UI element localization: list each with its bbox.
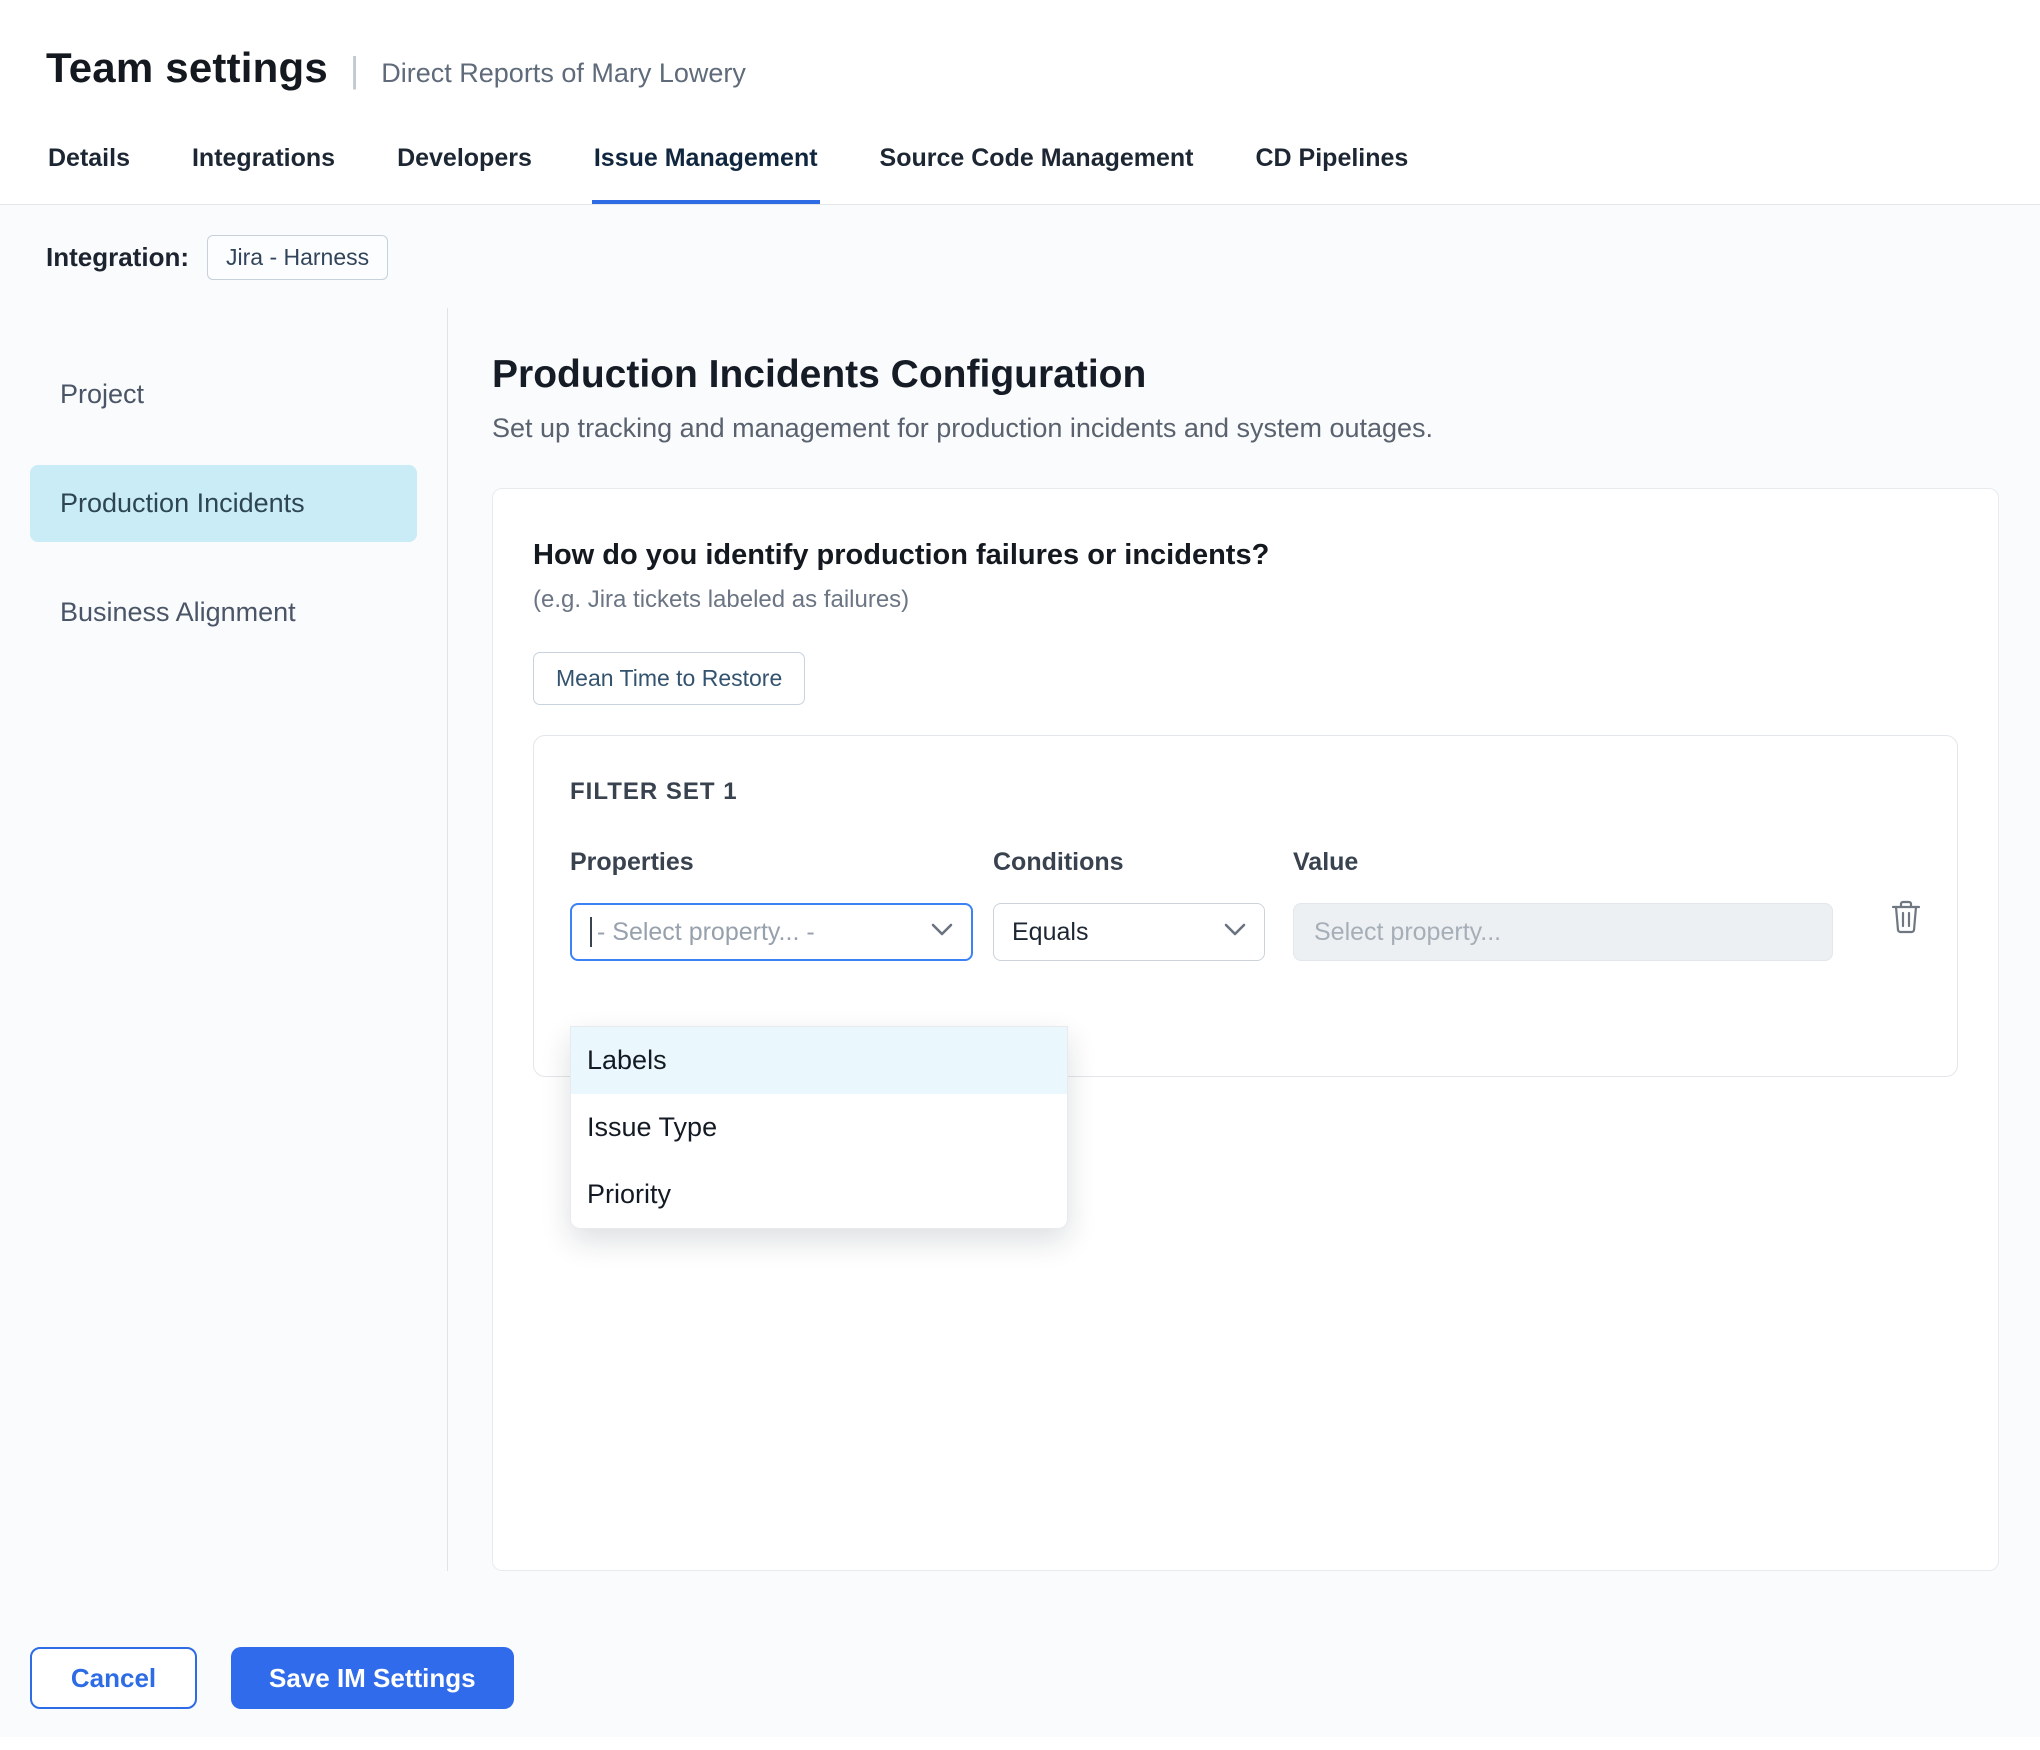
identify-question: How do you identify production failures … xyxy=(533,539,1958,572)
integration-row: Integration: Jira - Harness xyxy=(0,205,2040,308)
filter-row: Properties - Select property... - Labels… xyxy=(570,848,1921,961)
incidents-config-card: How do you identify production failures … xyxy=(492,488,1999,1571)
conditions-column: Conditions Equals xyxy=(993,848,1265,961)
sidebar-item-business-alignment[interactable]: Business Alignment xyxy=(30,574,417,651)
footer-actions: Cancel Save IM Settings xyxy=(0,1571,2040,1737)
dropdown-option-priority[interactable]: Priority xyxy=(571,1161,1067,1228)
property-dropdown: Labels Issue Type Priority xyxy=(570,1026,1068,1229)
dropdown-option-labels[interactable]: Labels xyxy=(571,1027,1067,1094)
value-column-label: Value xyxy=(1293,848,1833,877)
tab-developers[interactable]: Developers xyxy=(395,118,534,204)
tab-bar: Details Integrations Developers Issue Ma… xyxy=(0,118,2040,205)
section-title: Production Incidents Configuration xyxy=(492,353,1999,397)
text-caret xyxy=(590,917,592,947)
page-subtitle: Direct Reports of Mary Lowery xyxy=(381,58,746,89)
content-area: Project Production Incidents Business Al… xyxy=(0,308,2040,1571)
chevron-down-icon xyxy=(1224,923,1246,942)
chevron-down-icon xyxy=(931,923,953,942)
tab-source-code-management[interactable]: Source Code Management xyxy=(878,118,1196,204)
page-header: Team settings | Direct Reports of Mary L… xyxy=(0,0,2040,118)
trash-icon xyxy=(1891,922,1921,937)
main-panel: Production Incidents Configuration Set u… xyxy=(448,308,2040,1571)
condition-select[interactable]: Equals xyxy=(993,903,1265,961)
filter-set-box: FILTER SET 1 Properties - Select propert… xyxy=(533,735,1958,1077)
property-select[interactable]: - Select property... - xyxy=(570,903,973,961)
section-subtitle: Set up tracking and management for produ… xyxy=(492,413,1999,444)
save-im-settings-button[interactable]: Save IM Settings xyxy=(231,1647,514,1709)
sidebar-item-project[interactable]: Project xyxy=(30,356,417,433)
value-input[interactable] xyxy=(1293,903,1833,961)
properties-column: Properties - Select property... - Labels… xyxy=(570,848,973,961)
title-separator: | xyxy=(350,49,359,91)
delete-filter-button[interactable] xyxy=(1891,900,1921,937)
page-title: Team settings xyxy=(46,44,328,92)
tab-integrations[interactable]: Integrations xyxy=(190,118,337,204)
identify-hint: (e.g. Jira tickets labeled as failures) xyxy=(533,586,1958,614)
tab-details[interactable]: Details xyxy=(46,118,132,204)
properties-column-label: Properties xyxy=(570,848,973,877)
cancel-button[interactable]: Cancel xyxy=(30,1647,197,1709)
dropdown-option-issue-type[interactable]: Issue Type xyxy=(571,1094,1067,1161)
sidebar-item-production-incidents[interactable]: Production Incidents xyxy=(30,465,417,542)
integration-chip[interactable]: Jira - Harness xyxy=(207,235,388,280)
settings-sidebar: Project Production Incidents Business Al… xyxy=(0,308,448,1571)
conditions-column-label: Conditions xyxy=(993,848,1265,877)
integration-label: Integration: xyxy=(46,242,189,273)
property-select-placeholder: - Select property... - xyxy=(597,918,921,947)
value-column: Value xyxy=(1293,848,1833,961)
condition-select-value: Equals xyxy=(1012,918,1214,947)
tab-issue-management[interactable]: Issue Management xyxy=(592,118,820,204)
filter-set-title: FILTER SET 1 xyxy=(570,778,1921,806)
metric-tab-mean-time-to-restore[interactable]: Mean Time to Restore xyxy=(533,652,805,705)
tab-cd-pipelines[interactable]: CD Pipelines xyxy=(1254,118,1411,204)
